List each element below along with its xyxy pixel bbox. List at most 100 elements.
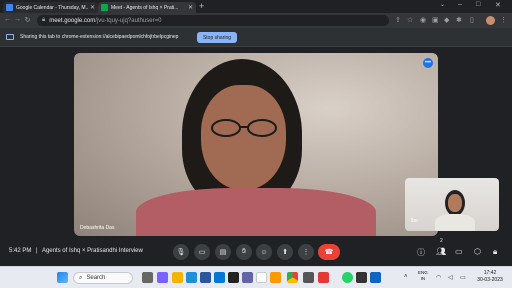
battery-icon[interactable]: ▭ xyxy=(460,274,466,281)
close-window-icon[interactable]: ✕ xyxy=(495,1,501,9)
taskbar-clock[interactable]: 17:42 30-03-2023 xyxy=(476,270,504,284)
screen: Google Calendar - Thursday, M... ✕ Meet … xyxy=(0,0,512,288)
more-options-button[interactable]: ⋮ xyxy=(298,244,314,260)
store-icon[interactable] xyxy=(186,272,197,283)
search-icon: ⌕ xyxy=(79,274,83,281)
amazon-icon[interactable] xyxy=(256,272,267,283)
phone-hangup-icon: ☎︎ xyxy=(324,249,334,256)
tab-strip: Google Calendar - Thursday, M... ✕ Meet … xyxy=(0,0,512,13)
teams-icon[interactable] xyxy=(242,272,253,283)
close-icon[interactable]: ✕ xyxy=(188,4,193,11)
menu-icon[interactable]: ⋮ xyxy=(500,16,507,24)
taskbar-search[interactable]: ⌕ Search xyxy=(73,272,133,284)
self-video-tile[interactable]: lbo xyxy=(405,178,499,231)
reload-button[interactable]: ↻ xyxy=(22,16,33,24)
task-view-icon[interactable] xyxy=(142,272,153,283)
edge-icon[interactable] xyxy=(214,272,225,283)
new-tab-button[interactable]: + xyxy=(199,1,204,11)
tab-title: Google Calendar - Thursday, M... xyxy=(16,4,88,11)
hand-icon: ✋︎ xyxy=(242,248,246,255)
clock-time: 17:42 xyxy=(483,270,497,276)
tab-google-meet[interactable]: Meet - Agents of Ishq × Prati... ✕ xyxy=(98,2,196,13)
participant-body xyxy=(136,188,376,236)
extension-icon[interactable]: ◆ xyxy=(444,16,449,24)
participant-count-badge: 2 xyxy=(440,238,443,244)
close-icon[interactable]: ✕ xyxy=(90,4,95,11)
volume-icon[interactable]: ◁ xyxy=(448,274,453,281)
leave-call-button[interactable]: ☎︎ xyxy=(318,244,340,260)
sharing-message: Sharing this tab to chrome-extension://a… xyxy=(20,34,179,40)
wifi-icon[interactable]: ◠ xyxy=(436,274,441,281)
emoji-icon: ☺ xyxy=(260,248,268,256)
more-vertical-icon: ⋮ xyxy=(302,249,310,256)
whatsapp-icon[interactable] xyxy=(342,272,353,283)
self-face xyxy=(448,194,462,212)
lock-icon: 🔒︎ xyxy=(42,17,46,23)
participant-name: Debashrita Das xyxy=(80,225,115,231)
url-path: /jvu-tquy-ujq?authuser=0 xyxy=(95,17,162,24)
calendar-icon xyxy=(6,4,13,11)
reactions-button[interactable]: ✋︎ xyxy=(236,244,252,260)
minimize-icon[interactable]: – xyxy=(458,1,462,8)
word-icon[interactable] xyxy=(200,272,211,283)
activities-icon[interactable]: ⬡ xyxy=(474,247,481,256)
captions-icon: ▤ xyxy=(219,249,227,256)
share-icon[interactable]: ⇪ xyxy=(395,16,401,24)
present-icon: ⬆ xyxy=(282,249,288,256)
meeting-time: 5:42 PM xyxy=(9,248,32,254)
separator: | xyxy=(36,248,38,254)
more-options-icon[interactable]: ••• xyxy=(423,58,433,68)
url-host: meet.google.com xyxy=(49,17,96,24)
app-icon[interactable] xyxy=(270,272,281,283)
self-name-label: lbo xyxy=(411,218,418,224)
main-video-tile[interactable]: Debashrita Das ••• xyxy=(74,53,438,236)
chevron-up-icon[interactable]: ˄ xyxy=(404,274,408,280)
windows-start-icon[interactable] xyxy=(57,272,68,283)
self-body xyxy=(435,214,475,231)
host-controls-icon[interactable]: 🔒︎ xyxy=(493,247,497,257)
meet-icon xyxy=(101,4,108,11)
lang-line2: IN xyxy=(420,276,426,281)
glasses-icon xyxy=(211,119,277,137)
clock-date: 30-03-2023 xyxy=(477,277,503,283)
language-indicator[interactable]: ENG IN xyxy=(418,270,428,282)
extension-icon[interactable]: ▣ xyxy=(432,16,439,24)
chrome-icon[interactable] xyxy=(287,272,298,283)
file-explorer-icon[interactable] xyxy=(172,272,183,283)
meet-controls-bar: 5:42 PM | Agents of Ishq × Pratisandhi I… xyxy=(0,236,512,266)
participant-face xyxy=(201,85,286,190)
camera-icon: ▭ xyxy=(198,249,206,256)
microphone-button[interactable]: 🎙︎ xyxy=(173,244,189,260)
info-icon[interactable]: ⓘ xyxy=(417,247,425,258)
maximize-icon[interactable]: □ xyxy=(476,1,480,8)
app-icon[interactable] xyxy=(303,272,314,283)
browser-toolbar: ← → ↻ 🔒︎ meet.google.com /jvu-tquy-ujq?a… xyxy=(0,13,512,28)
app-icon[interactable] xyxy=(318,272,329,283)
extension-icon[interactable]: ◉ xyxy=(420,16,426,24)
captions-button[interactable]: ▤ xyxy=(215,244,231,260)
sidebar-icon[interactable]: ▯ xyxy=(470,16,474,24)
lang-line1: ENG xyxy=(418,270,428,275)
chat-icon[interactable]: ▭ xyxy=(455,247,463,256)
address-bar[interactable]: 🔒︎ meet.google.com /jvu-tquy-ujq?authuse… xyxy=(37,15,389,26)
present-button[interactable]: ⬆ xyxy=(277,244,293,260)
bookmark-icon[interactable]: ☆ xyxy=(407,16,413,24)
people-icon[interactable]: 👥︎ xyxy=(436,247,446,256)
profile-avatar[interactable] xyxy=(486,16,495,25)
puzzle-icon[interactable]: ✱ xyxy=(456,16,462,24)
screen-share-icon xyxy=(6,34,14,40)
meeting-time-title: 5:42 PM | Agents of Ishq × Pratisandhi I… xyxy=(9,248,143,254)
microphone-icon: 🎙︎ xyxy=(176,249,186,256)
stop-sharing-button[interactable]: Stop sharing xyxy=(197,32,237,43)
app-icon[interactable] xyxy=(370,272,381,283)
app-icon[interactable] xyxy=(228,272,239,283)
chat-app-icon[interactable] xyxy=(157,272,168,283)
meeting-title: Agents of Ishq × Pratisandhi Interview xyxy=(41,248,143,254)
tab-search-icon[interactable]: ⌄ xyxy=(440,1,445,8)
sharing-infobar: Sharing this tab to chrome-extension://a… xyxy=(0,28,512,47)
emoji-button[interactable]: ☺ xyxy=(256,244,272,260)
tab-google-calendar[interactable]: Google Calendar - Thursday, M... ✕ xyxy=(3,2,98,13)
app-icon[interactable] xyxy=(356,272,367,283)
camera-button[interactable]: ▭ xyxy=(194,244,210,260)
meet-stage: Debashrita Das ••• lbo xyxy=(0,47,512,265)
